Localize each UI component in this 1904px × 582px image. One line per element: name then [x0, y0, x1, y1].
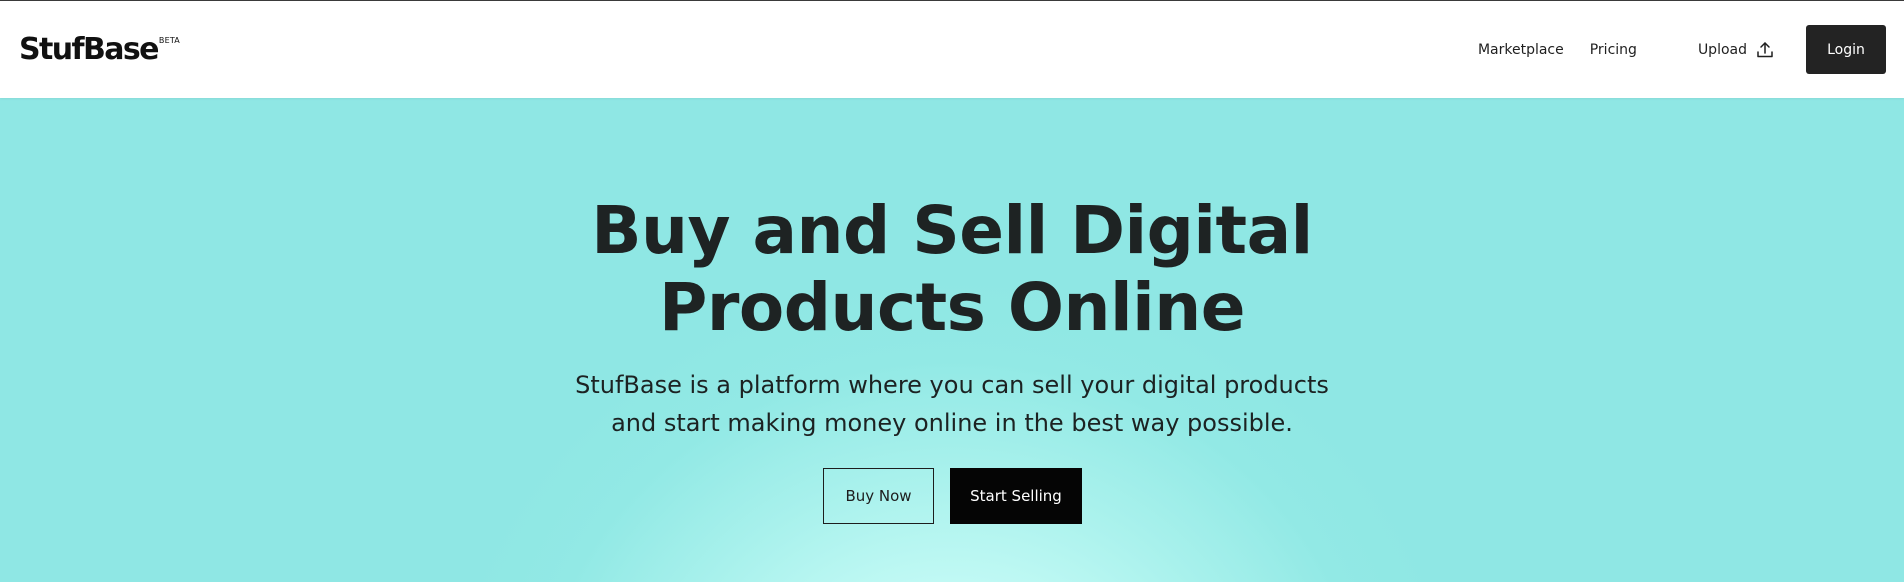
- site-header: StufBase BETA Marketplace Pricing Upload…: [0, 1, 1904, 98]
- hero-section: Buy and Sell Digital Products Online Stu…: [0, 98, 1904, 582]
- buy-now-button[interactable]: Buy Now: [823, 468, 934, 524]
- hero-subtitle-line-1: StufBase is a platform where you can sel…: [575, 371, 1329, 399]
- main-nav: Marketplace Pricing Upload Login: [1478, 25, 1886, 74]
- hero-subtitle-line-2: and start making money online in the bes…: [611, 409, 1293, 437]
- hero-title-line-1: Buy and Sell Digital: [591, 192, 1313, 269]
- hero-actions: Buy Now Start Selling: [823, 468, 1082, 524]
- hero-title-line-2: Products Online: [658, 269, 1246, 346]
- beta-badge: BETA: [158, 35, 180, 45]
- upload-icon: [1755, 40, 1775, 60]
- brand-logo[interactable]: StufBase BETA: [19, 31, 180, 67]
- login-button[interactable]: Login: [1806, 25, 1886, 74]
- nav-upload-link[interactable]: Upload: [1698, 40, 1775, 60]
- hero-title: Buy and Sell Digital Products Online: [0, 192, 1904, 346]
- start-selling-button[interactable]: Start Selling: [950, 468, 1082, 524]
- brand-name: StufBase: [19, 31, 159, 67]
- hero-subtitle: StufBase is a platform where you can sel…: [0, 366, 1904, 442]
- nav-pricing-link[interactable]: Pricing: [1590, 42, 1637, 58]
- nav-upload-label: Upload: [1697, 41, 1747, 58]
- page: StufBase BETA Marketplace Pricing Upload…: [0, 0, 1904, 582]
- nav-marketplace-link[interactable]: Marketplace: [1478, 42, 1564, 58]
